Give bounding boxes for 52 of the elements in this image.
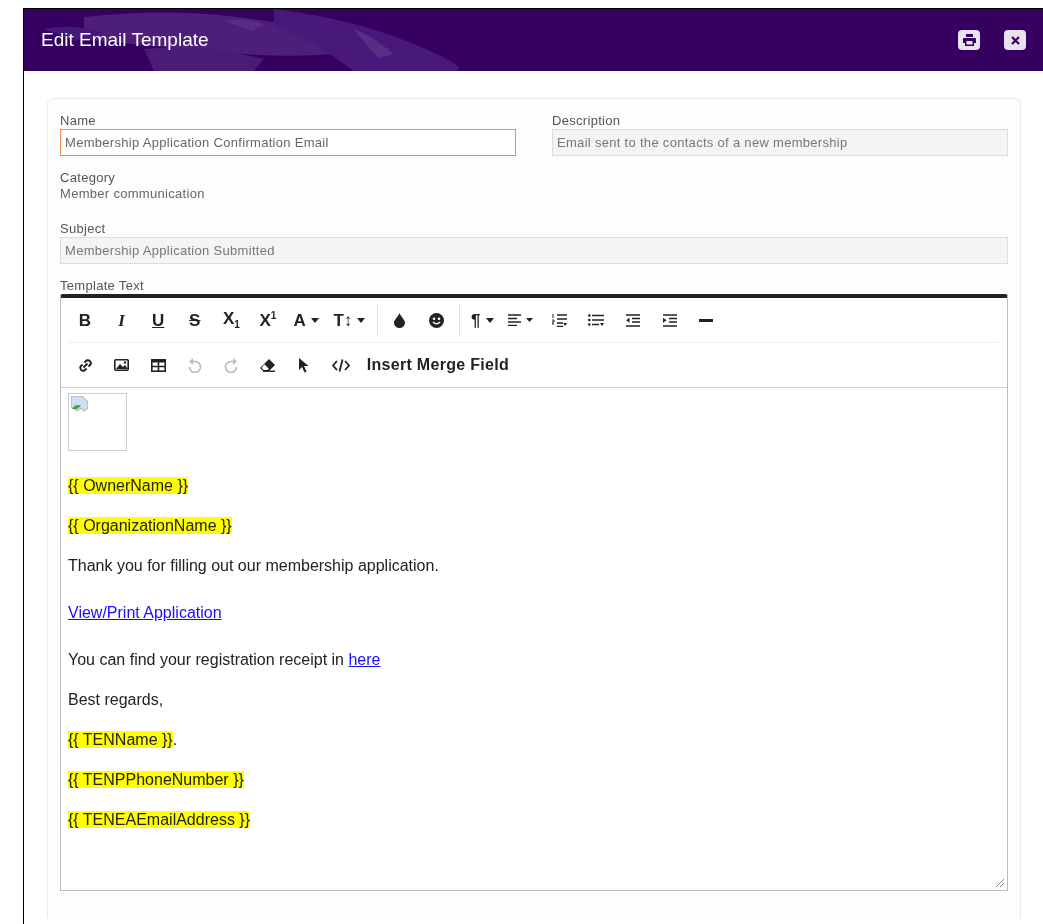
subscript-button[interactable]: X$_{1}$ (215, 304, 248, 336)
link-icon (77, 357, 93, 373)
dialog-title: Edit Email Template (41, 29, 210, 51)
font-size-button[interactable]: T↕ (328, 304, 371, 336)
bold-button[interactable]: B (69, 304, 101, 336)
strike-button[interactable]: S (178, 304, 211, 336)
field-label: Subject (60, 221, 107, 237)
indent-icon (662, 313, 677, 327)
email-paragraph: {{ TENName }}. (68, 730, 179, 750)
bullet-list-icon (588, 313, 605, 327)
superscript-button[interactable]: X$^{1}$ (251, 304, 284, 336)
name-field[interactable]: Membership Application Confirmation Email (60, 129, 516, 156)
category-value: Member communication (60, 186, 206, 202)
undo-icon (187, 357, 202, 373)
merge-field: {{ TENPPhoneNumber }} (68, 768, 1000, 792)
field-label: Name (60, 113, 97, 129)
align-icon (508, 314, 535, 326)
close-button[interactable] (1004, 30, 1026, 50)
close-icon (1010, 35, 1020, 45)
outdent-icon (625, 313, 640, 327)
underline-button[interactable]: U (142, 304, 175, 336)
redo-icon (224, 357, 239, 373)
merge-field: {{ OwnerName }} (68, 474, 1000, 498)
font-color-button[interactable]: A (288, 304, 324, 336)
field-label: Category (60, 170, 117, 186)
numbered-list-icon (552, 313, 568, 327)
print-button[interactable] (958, 30, 980, 50)
field-label: Template Text (60, 278, 145, 294)
email-paragraph: You can find your registration receipt in here (68, 650, 382, 670)
pointer-icon (299, 357, 311, 373)
merge-field: {{ OrganizationName }} (68, 514, 1000, 538)
rich-text-editor[interactable] (60, 294, 1008, 891)
insert-merge-field-button[interactable]: Insert Merge Field (361, 349, 515, 381)
image-icon (114, 359, 130, 371)
field-label: Description (552, 113, 622, 129)
smiley-icon (429, 312, 444, 328)
eraser-icon (259, 358, 276, 372)
italic-button[interactable]: I (105, 304, 138, 336)
print-icon (962, 34, 976, 46)
ink-drop-icon (394, 312, 406, 328)
paragraph-button[interactable]: ¶ (466, 304, 499, 336)
email-paragraph: Thank you for filling out our membership application. (68, 556, 440, 576)
table-icon (150, 358, 166, 372)
email-paragraph: Best regards, (68, 690, 165, 710)
resize-grip-icon[interactable] (993, 876, 1005, 888)
caret-icon (310, 317, 319, 323)
code-icon (332, 358, 351, 372)
caret-icon (485, 317, 494, 323)
merge-field: {{ TENEAEmailAddress }} (68, 808, 1000, 832)
email-link[interactable]: here (348, 651, 381, 668)
email-link[interactable]: View/Print Application (68, 604, 222, 621)
caret-icon (357, 317, 366, 323)
